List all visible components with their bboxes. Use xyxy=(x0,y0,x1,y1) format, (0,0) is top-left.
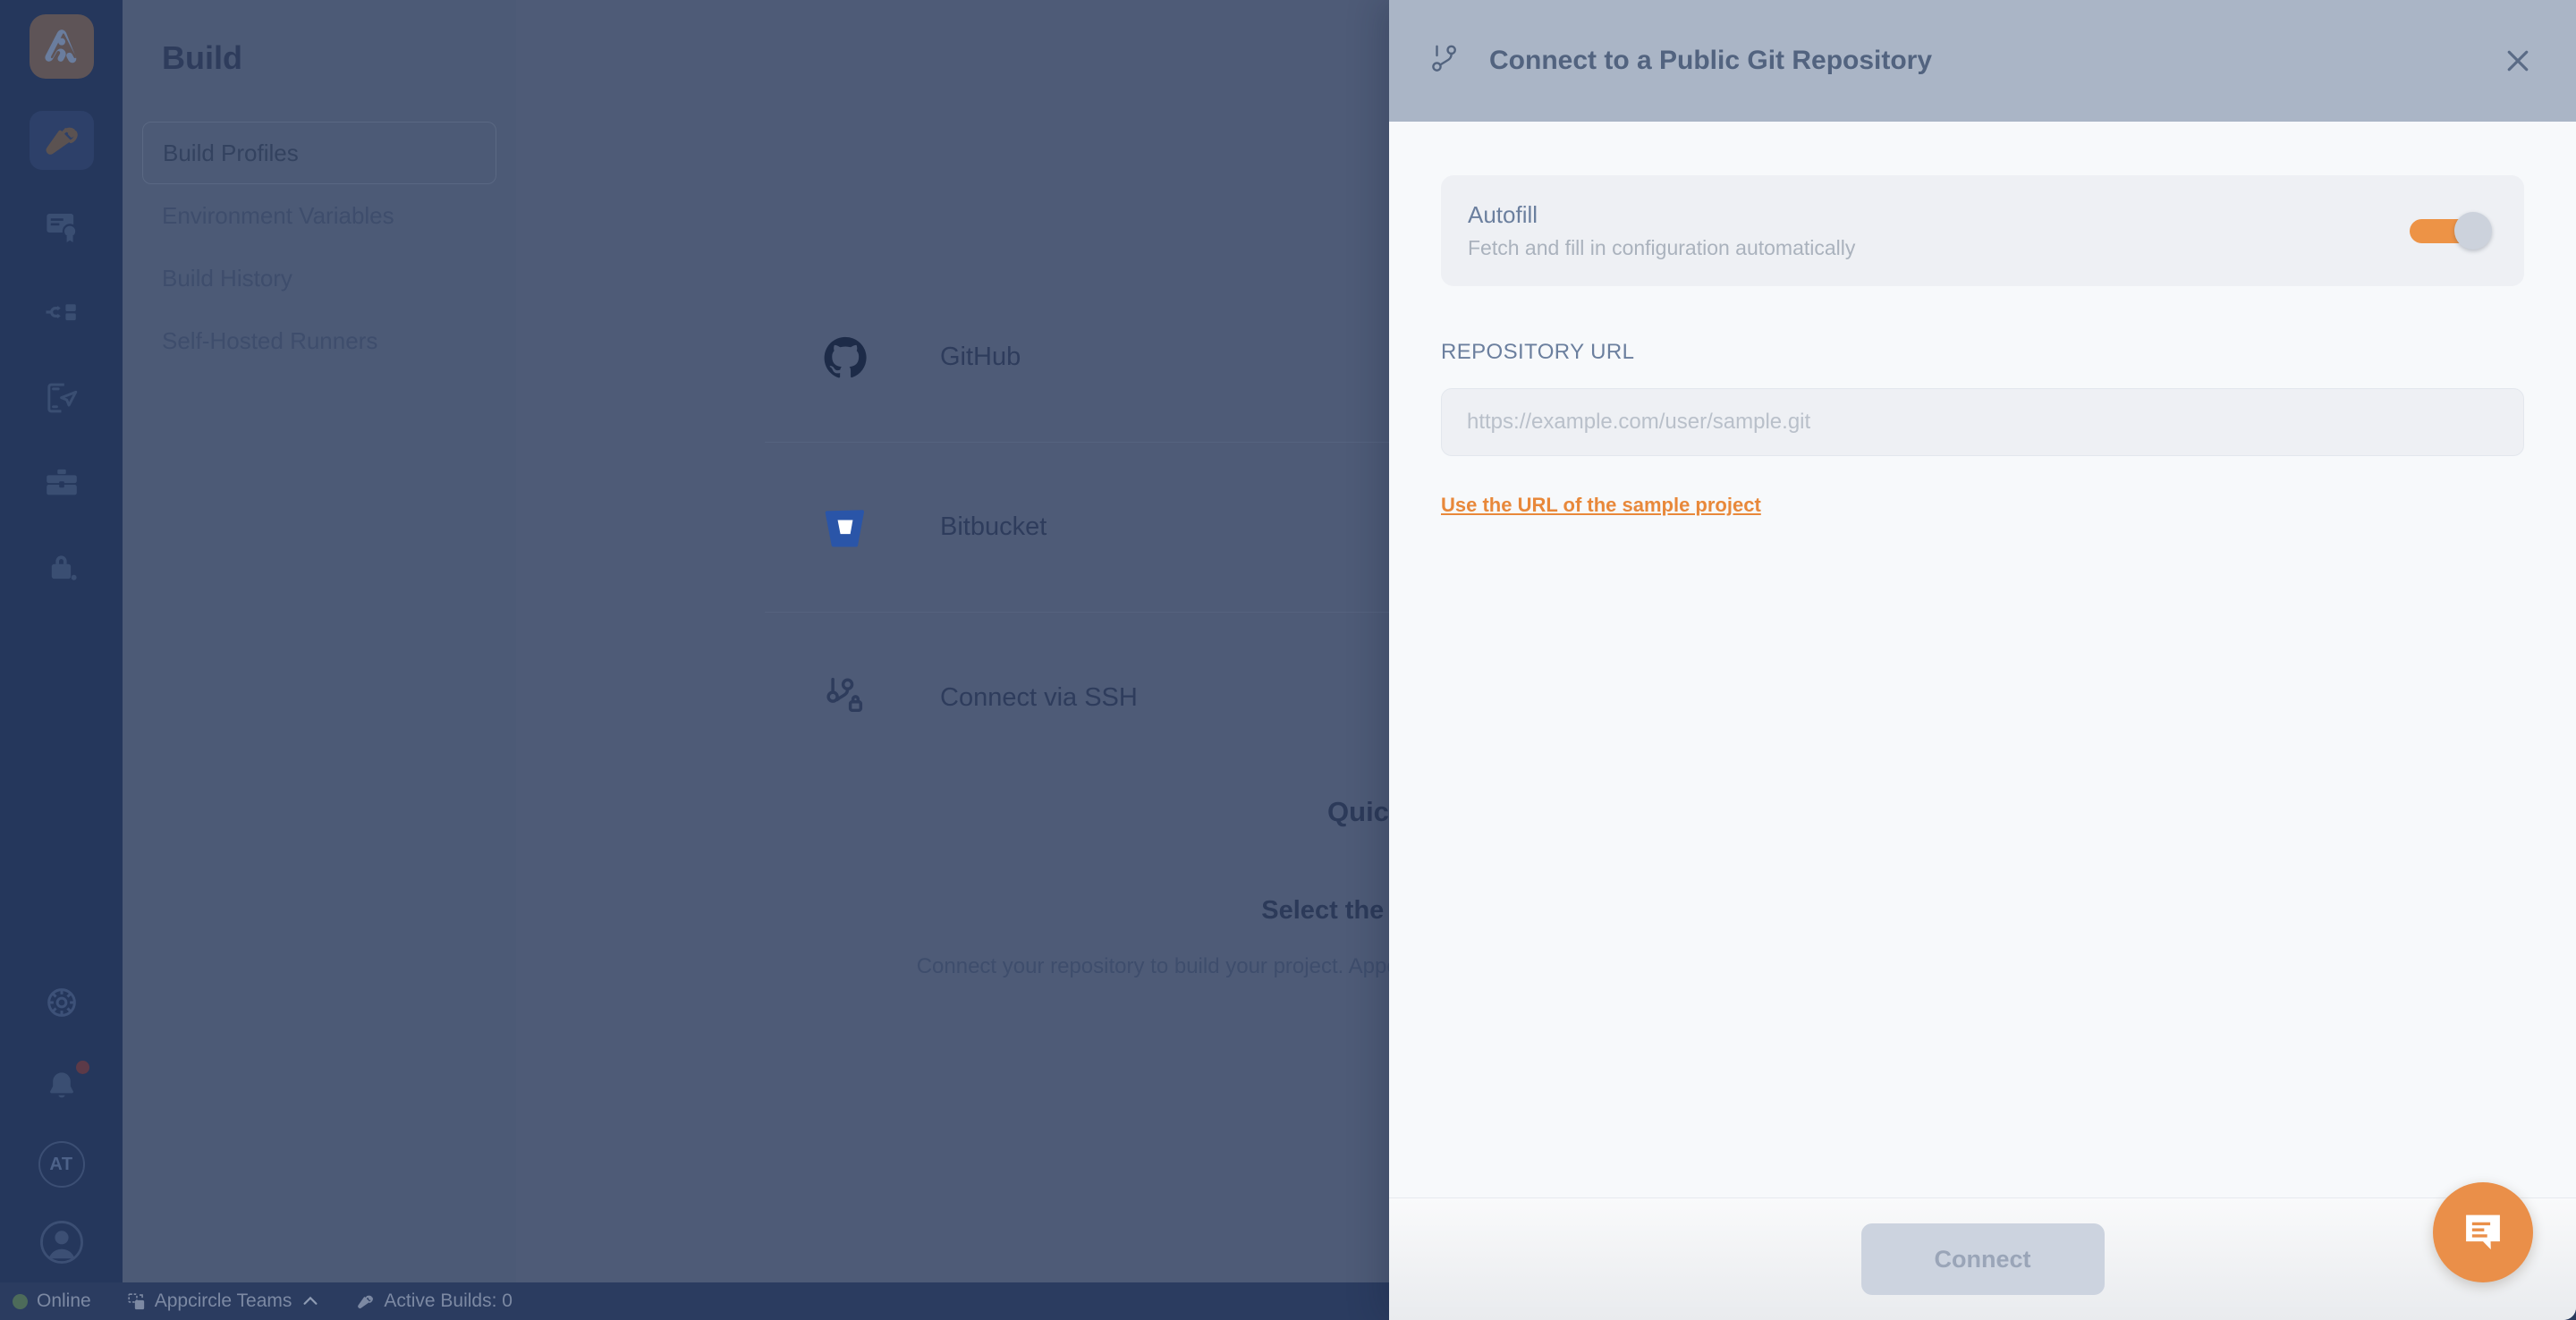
notification-badge-dot xyxy=(75,1061,89,1074)
profile-button[interactable] xyxy=(30,1213,94,1272)
sidebar-item-build-history[interactable]: Build History xyxy=(142,247,496,309)
rail-nav-group xyxy=(29,111,94,599)
autofill-description: Fetch and fill in configuration automati… xyxy=(1468,236,1856,259)
organization-avatar[interactable]: AT xyxy=(38,1141,85,1188)
status-builds-label: Active Builds: 0 xyxy=(384,1290,513,1311)
github-icon xyxy=(820,333,870,383)
sidebar-item-label: Build Profiles xyxy=(163,139,299,166)
toolbox-icon xyxy=(46,469,77,495)
connect-git-repository-modal: Connect to a Public Git Repository Autof… xyxy=(1389,0,2576,1320)
hammer-icon xyxy=(358,1295,374,1308)
sidebar-item-enterprise[interactable] xyxy=(30,540,94,599)
sidebar-item-build-profiles[interactable]: Build Profiles xyxy=(142,122,496,184)
page-title: Build xyxy=(162,39,242,76)
git-provider-label: Bitbucket xyxy=(940,512,1047,541)
sidebar-item-store[interactable] xyxy=(30,454,94,513)
sidebar-item-label: Build History xyxy=(162,264,292,292)
online-indicator-dot xyxy=(13,1293,28,1309)
chat-message-icon xyxy=(2466,1214,2500,1250)
device-send-icon xyxy=(47,383,77,413)
autofill-card: Autofill Fetch and fill in configuration… xyxy=(1441,175,2524,286)
certificate-icon xyxy=(46,214,77,243)
sidebar-item-signing[interactable] xyxy=(30,197,94,256)
sidebar-item-environment-variables[interactable]: Environment Variables xyxy=(142,184,496,247)
appcircle-logo[interactable] xyxy=(29,14,94,79)
sidebar-item-label: Environment Variables xyxy=(162,201,394,229)
bitbucket-icon xyxy=(820,503,870,553)
notifications-button[interactable] xyxy=(30,1057,94,1116)
close-icon xyxy=(2507,50,2529,72)
close-button[interactable] xyxy=(2494,37,2542,85)
status-online-label: Online xyxy=(37,1290,91,1311)
status-team-label: Appcircle Teams xyxy=(154,1290,292,1311)
status-online[interactable]: Online xyxy=(13,1290,91,1312)
team-switch-icon xyxy=(128,1292,144,1309)
use-sample-project-url-link[interactable]: Use the URL of the sample project xyxy=(1441,494,1761,517)
primary-icon-rail: AT xyxy=(0,0,123,1320)
connect-button[interactable]: Connect xyxy=(1860,1223,2105,1295)
autofill-text-group: Autofill Fetch and fill in configuration… xyxy=(1468,201,2410,260)
settings-button[interactable] xyxy=(30,973,94,1032)
autofill-title: Autofill xyxy=(1468,201,1538,228)
sidebar-item-build[interactable] xyxy=(29,111,94,170)
user-avatar-icon xyxy=(39,1221,83,1264)
git-ssh-icon xyxy=(820,673,870,723)
chat-support-button[interactable] xyxy=(2433,1182,2533,1282)
sidebar-item-testing[interactable] xyxy=(30,368,94,427)
modal-header: Connect to a Public Git Repository xyxy=(1389,0,2576,122)
modal-title: Connect to a Public Git Repository xyxy=(1489,46,1933,75)
sidebar-item-distribute[interactable] xyxy=(30,283,94,342)
git-provider-label: Connect via SSH xyxy=(940,682,1138,712)
bell-icon xyxy=(49,1072,73,1098)
app-root: AT Build Build Profiles Environment Vari… xyxy=(0,0,2576,1320)
rail-bottom-group: AT xyxy=(0,973,123,1272)
status-active-builds[interactable]: Active Builds: 0 xyxy=(356,1290,513,1312)
repository-url-input[interactable] xyxy=(1441,388,2524,456)
hammer-icon xyxy=(46,127,78,155)
autofill-toggle[interactable] xyxy=(2410,212,2492,250)
git-branch-icon xyxy=(1428,39,1462,83)
lock-bag-icon xyxy=(51,555,77,580)
status-team-selector[interactable]: Appcircle Teams xyxy=(127,1290,321,1312)
git-provider-label: GitHub xyxy=(940,343,1021,371)
sidebar-item-self-hosted-runners[interactable]: Self-Hosted Runners xyxy=(142,309,496,372)
secondary-sidebar: Build Build Profiles Environment Variabl… xyxy=(123,0,516,1320)
sidebar-item-label: Self-Hosted Runners xyxy=(162,326,378,354)
chevron-up-icon xyxy=(303,1296,318,1305)
sidebar-nav: Build Profiles Environment Variables Bui… xyxy=(142,122,496,372)
gear-icon xyxy=(47,988,76,1017)
repository-url-label: REPOSITORY URL xyxy=(1441,340,1635,364)
flow-icon xyxy=(46,304,76,321)
modal-footer: Connect xyxy=(1389,1197,2576,1320)
modal-body: Autofill Fetch and fill in configuration… xyxy=(1389,122,2576,1197)
toggle-knob xyxy=(2454,212,2492,250)
